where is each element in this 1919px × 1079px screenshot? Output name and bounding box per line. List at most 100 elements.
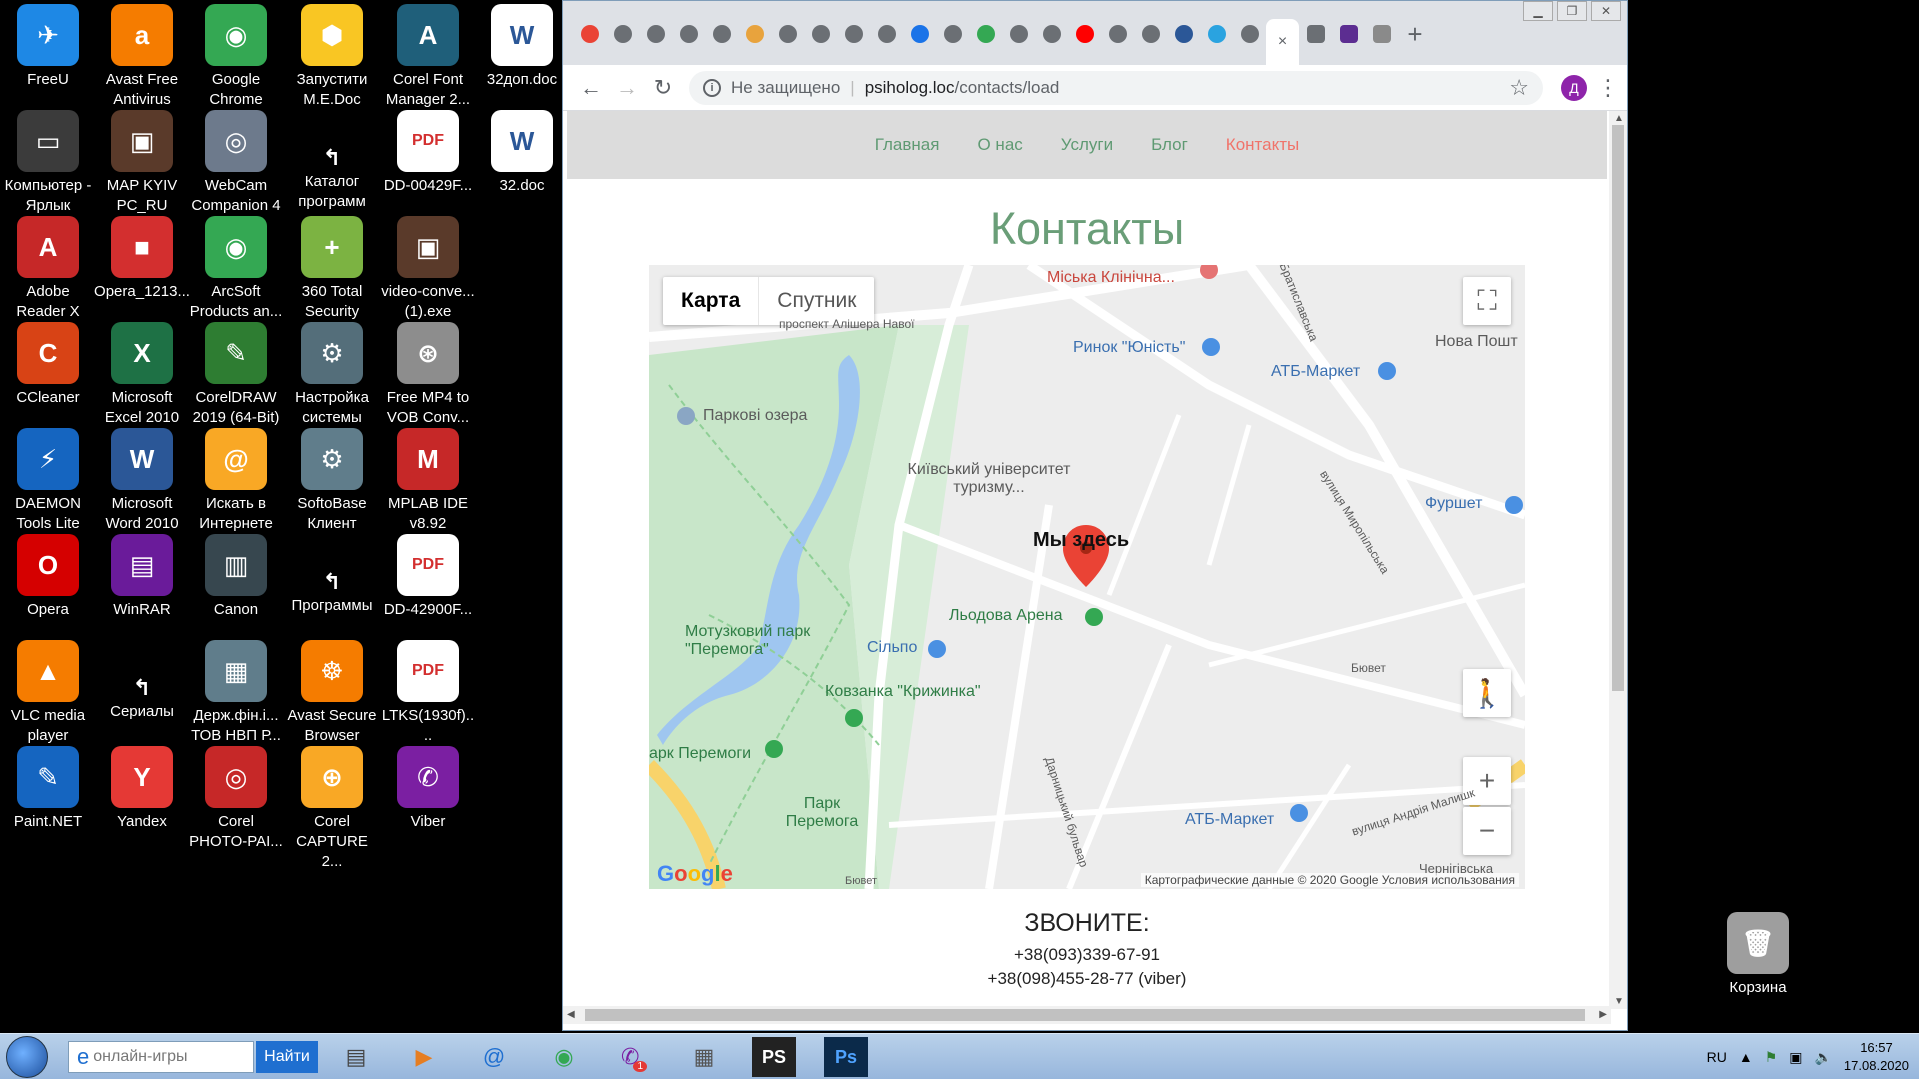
desktop-shortcut[interactable]: ↰ Программы xyxy=(284,530,380,616)
browser-tab[interactable] xyxy=(837,19,870,49)
vertical-scrollbar[interactable]: ▲ ▼ xyxy=(1609,111,1627,1009)
desktop-shortcut[interactable]: O Opera xyxy=(0,530,96,620)
horizontal-scroll-thumb[interactable] xyxy=(585,1009,1585,1021)
browser-tab[interactable] xyxy=(870,19,903,49)
browser-tab[interactable] xyxy=(1002,19,1035,49)
desktop-shortcut[interactable]: W 32доп.doc xyxy=(474,0,570,90)
desktop-shortcut[interactable]: ◉ ArcSoft Products an... xyxy=(188,212,284,322)
desktop-shortcut[interactable]: ⊕ Corel CAPTURE 2... xyxy=(284,742,380,872)
browser-tab[interactable] xyxy=(1068,19,1101,49)
desktop-shortcut[interactable]: ↰ Каталог программ xyxy=(284,106,380,212)
scroll-up-icon[interactable]: ▲ xyxy=(1614,113,1624,124)
desktop-shortcut[interactable]: ▣ video-conve... (1).exe xyxy=(380,212,476,322)
desktop-shortcut[interactable]: 🗑 Корзина xyxy=(1710,908,1806,998)
desktop-shortcut[interactable]: ☸ Avast Secure Browser xyxy=(284,636,380,746)
flag-icon[interactable]: ⚑ xyxy=(1765,1049,1778,1066)
google-map[interactable]: Карта Спутник ⛶ 🚶 + − Міська Клінічна...… xyxy=(649,265,1525,889)
volume-icon[interactable]: 🔈 xyxy=(1814,1049,1831,1066)
desktop-shortcut[interactable]: X Microsoft Excel 2010 xyxy=(94,318,190,428)
browser-tab[interactable] xyxy=(639,19,672,49)
reload-button[interactable]: ↻ xyxy=(645,70,681,106)
taskbar-media-icon[interactable]: ▶ xyxy=(394,1037,454,1077)
desktop-shortcut[interactable]: ◉ Google Chrome xyxy=(188,0,284,110)
browser-tab[interactable] xyxy=(1365,19,1398,49)
desktop-shortcut[interactable]: ⚙ Настройка системы xyxy=(284,318,380,428)
desktop-shortcut[interactable]: +360 Total Security xyxy=(284,212,380,322)
taskbar-viber-icon[interactable]: ✆ 1 xyxy=(604,1037,664,1077)
desktop-shortcut[interactable]: A Adobe Reader X xyxy=(0,212,96,322)
taskbar-calculator-icon[interactable]: ▦ xyxy=(674,1037,734,1077)
restore-button[interactable]: ❐ xyxy=(1557,1,1587,21)
taskbar-phpstorm-icon[interactable]: PS xyxy=(752,1037,796,1077)
desktop-shortcut[interactable]: ✎ Paint.NET xyxy=(0,742,96,832)
desktop-shortcut[interactable]: M MPLAB IDE v8.92 xyxy=(380,424,476,534)
site-nav-link[interactable]: Главная xyxy=(875,135,940,155)
desktop-shortcut[interactable]: ▥ Canon xyxy=(188,530,284,620)
browser-tab[interactable] xyxy=(705,19,738,49)
desktop-shortcut[interactable]: C CCleaner xyxy=(0,318,96,408)
info-icon[interactable]: i xyxy=(703,78,721,97)
browser-tab[interactable] xyxy=(1299,19,1332,49)
browser-tab[interactable] xyxy=(936,19,969,49)
scroll-right-icon[interactable]: ▶ xyxy=(1599,1009,1607,1020)
desktop-shortcut[interactable]: @ Искать в Интернете xyxy=(188,424,284,534)
browser-tab[interactable] xyxy=(1233,19,1266,49)
site-nav-link[interactable]: Услуги xyxy=(1061,135,1113,155)
language-indicator[interactable]: RU xyxy=(1707,1049,1727,1065)
desktop-shortcut[interactable]: a Avast Free Antivirus xyxy=(94,0,190,110)
fullscreen-icon[interactable]: ⛶ xyxy=(1463,277,1511,325)
desktop-shortcut[interactable]: Y Yandex xyxy=(94,742,190,832)
clock[interactable]: 16:57 17.08.2020 xyxy=(1844,1039,1909,1075)
back-button[interactable]: ← xyxy=(573,70,609,106)
desktop-shortcut[interactable]: ▣ MAP KYIV PC_RU xyxy=(94,106,190,216)
zoom-out-button[interactable]: − xyxy=(1463,807,1511,855)
scroll-left-icon[interactable]: ◀ xyxy=(567,1009,575,1020)
browser-tab[interactable] xyxy=(1035,19,1068,49)
desktop-shortcut[interactable]: ✎ CorelDRAW 2019 (64-Bit) xyxy=(188,318,284,428)
desktop-shortcut[interactable]: ✈ FreeU xyxy=(0,0,96,90)
browser-tab[interactable] xyxy=(804,19,837,49)
taskbar-search-input[interactable]: e онлайн-игры xyxy=(68,1041,254,1073)
bookmark-star-icon[interactable]: ☆ xyxy=(1509,75,1529,101)
browser-tab[interactable] xyxy=(1332,19,1365,49)
active-tab[interactable]: × xyxy=(1266,19,1299,65)
desktop-shortcut[interactable]: ▭ Компьютер - Ярлык xyxy=(0,106,96,216)
network-icon[interactable]: ▣ xyxy=(1789,1049,1802,1066)
desktop-shortcut[interactable]: A Corel Font Manager 2... xyxy=(380,0,476,110)
taskbar-mail-icon[interactable]: @ xyxy=(464,1037,524,1077)
tab-close-icon[interactable]: × xyxy=(1278,33,1287,51)
browser-tab[interactable] xyxy=(1134,19,1167,49)
new-tab-button[interactable]: + xyxy=(1398,19,1432,49)
start-button[interactable] xyxy=(6,1036,48,1078)
browser-tab[interactable] xyxy=(606,19,639,49)
browser-tab[interactable] xyxy=(1200,19,1233,49)
browser-tab[interactable] xyxy=(672,19,705,49)
desktop-shortcut[interactable]: ✆ Viber xyxy=(380,742,476,832)
browser-tab[interactable] xyxy=(1167,19,1200,49)
map-attribution[interactable]: Картографические данные © 2020 Google Ус… xyxy=(1140,873,1519,887)
scroll-down-icon[interactable]: ▼ xyxy=(1614,996,1624,1007)
desktop-shortcut[interactable]: PDF LTKS(1930f).... xyxy=(380,636,476,746)
map-type-map-button[interactable]: Карта xyxy=(663,277,760,325)
desktop-shortcut[interactable]: ⊛ Free MP4 to VOB Conv... xyxy=(380,318,476,428)
desktop-shortcut[interactable]: W 32.doc xyxy=(474,106,570,196)
browser-tab[interactable] xyxy=(1101,19,1134,49)
desktop-shortcut[interactable]: ▲ VLC media player xyxy=(0,636,96,746)
desktop-shortcut[interactable]: ↰ Сериалы xyxy=(94,636,190,722)
desktop-shortcut[interactable]: ⚡ DAEMON Tools Lite xyxy=(0,424,96,534)
tray-expand-icon[interactable]: ▲ xyxy=(1739,1049,1753,1065)
desktop-shortcut[interactable]: ◎ Corel PHOTO-PAI... xyxy=(188,742,284,852)
menu-dots-icon[interactable]: ⋮ xyxy=(1597,75,1619,101)
profile-avatar[interactable]: Д xyxy=(1561,74,1587,101)
desktop-shortcut[interactable]: ■ Opera_1213... xyxy=(94,212,190,302)
vertical-scroll-thumb[interactable] xyxy=(1612,125,1624,691)
site-nav-link[interactable]: Контакты xyxy=(1226,135,1299,155)
desktop-shortcut[interactable]: ⚙ SoftoBase Клиент xyxy=(284,424,380,534)
forward-button[interactable]: → xyxy=(609,70,645,106)
browser-tab[interactable] xyxy=(771,19,804,49)
taskbar-chrome-icon[interactable]: ◉ xyxy=(534,1037,594,1077)
street-view-pegman-icon[interactable]: 🚶 xyxy=(1463,669,1511,717)
horizontal-scrollbar[interactable]: ◀ ▶ xyxy=(563,1006,1611,1024)
desktop-shortcut[interactable]: W Microsoft Word 2010 xyxy=(94,424,190,534)
site-nav-link[interactable]: Блог xyxy=(1151,135,1188,155)
